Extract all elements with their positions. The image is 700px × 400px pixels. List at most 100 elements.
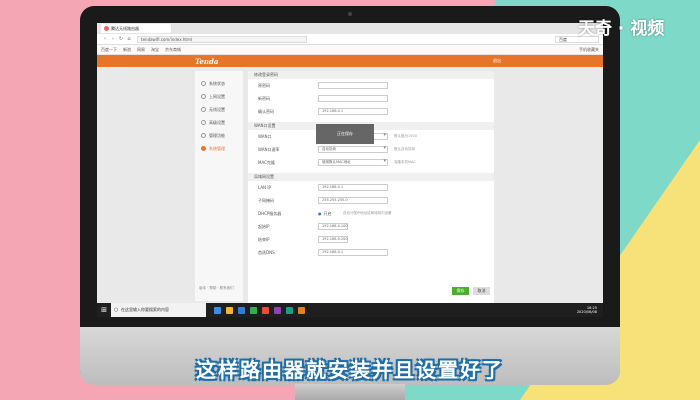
start-ip-field[interactable]: 192.168.0.100 (318, 223, 348, 230)
system-icon (201, 146, 206, 151)
cancel-button[interactable]: 取消 (473, 287, 490, 295)
sidebar-item-internet[interactable]: 上网设置 (195, 90, 243, 103)
browser-icon[interactable] (286, 306, 293, 314)
tools-icon (201, 133, 206, 138)
field-hint: 克隆本机MAC (394, 160, 416, 164)
globe-icon (201, 94, 206, 99)
bookmark-item[interactable]: 京东商城 (165, 47, 181, 53)
app-icon[interactable] (298, 306, 305, 314)
field-label: 子网掩码 (258, 197, 274, 203)
field-label: 确认密码 (258, 108, 274, 114)
wan-speed-select[interactable]: 自动协商 (318, 146, 388, 153)
taskbar-apps (214, 306, 305, 314)
field-label: LAN IP (258, 185, 271, 190)
wechat-icon[interactable] (250, 306, 257, 314)
subnet-mask-field[interactable]: 255.255.255.0 (318, 197, 388, 204)
webcam-dot (348, 12, 352, 16)
field-label: 起始IP (258, 223, 270, 229)
wifi-icon (201, 107, 206, 112)
sidebar-item-label: 管理功能 (209, 132, 225, 138)
form-row: 原密码 (248, 79, 494, 92)
new-password-field[interactable] (318, 95, 388, 102)
dns-field[interactable]: 192.168.0.1 (318, 249, 388, 256)
browser-tab[interactable]: 腾达无线路由器 (101, 24, 171, 33)
lan-ip-field[interactable]: 192.168.0.1 (318, 184, 388, 191)
confirm-field[interactable]: 192.168.0.1 (318, 108, 388, 115)
field-label: 新密码 (258, 95, 270, 101)
end-ip-field[interactable]: 192.168.0.200 (318, 236, 348, 243)
monitor-stand (295, 384, 405, 400)
field-label: WAN口 (258, 133, 272, 139)
refresh-icon[interactable]: ↻ (117, 36, 125, 42)
bookmark-item[interactable]: 新浪 (123, 47, 131, 53)
system-tray-clock[interactable]: 16:25 2020/06/08 (577, 306, 603, 315)
taskbar-search-input[interactable]: 在这里输入你要搜索的内容 (111, 303, 206, 317)
sidebar-item-wireless[interactable]: 无线设置 (195, 103, 243, 116)
field-label: WAN口速率 (258, 146, 280, 152)
router-header: Tenda 退出 (97, 55, 603, 67)
dhcp-enable-radio[interactable]: 开启 (318, 211, 332, 217)
save-button[interactable]: 保存 (452, 287, 469, 295)
browser-addressbar: ‹ › ↻ ⌂ tendawifi.com/index.html 百度 (97, 34, 603, 45)
folder-icon[interactable] (226, 306, 233, 314)
windows-start-icon[interactable]: ⊞ (97, 303, 111, 317)
sidebar-item-system[interactable]: 系统管理 (195, 142, 243, 155)
home-icon[interactable]: ⌂ (125, 36, 133, 42)
field-hint: 默认自动协商 (394, 147, 415, 151)
screen: 腾达无线路由器 ‹ › ↻ ⌂ tendawifi.com/index.html… (97, 23, 603, 317)
sidebar-item-advanced[interactable]: 高级设置 (195, 116, 243, 129)
app-icon[interactable] (262, 306, 269, 314)
old-password-field[interactable] (318, 82, 388, 89)
form-row: MAC克隆 使用默认MAC地址 克隆本机MAC (248, 156, 494, 169)
sidebar-item-label: 无线设置 (209, 106, 225, 112)
form-row: 起始IP 192.168.0.100 (248, 220, 494, 233)
router-content: 修改登录密码 原密码 新密码 确认密码 192.168.0.1 WAN口设置 WA… (248, 71, 494, 303)
form-row: WAN口速率 自动协商 默认自动协商 (248, 143, 494, 156)
form-row: LAN IP 192.168.0.1 (248, 181, 494, 194)
form-row: 结束IP 192.168.0.200 (248, 233, 494, 246)
app-icon[interactable] (274, 306, 281, 314)
bookmarks-bar: 百度一下 新浪 网易 淘宝 京东商城 手机收藏夹 (97, 45, 603, 55)
form-row: 首选DNS 192.168.0.1 (248, 246, 494, 259)
router-body: 系统状态 上网设置 无线设置 高级设置 管理功能 系统管理 版本 · 帮助 · … (97, 67, 603, 303)
sidebar-item-label: 系统状态 (209, 80, 225, 86)
logout-link[interactable]: 退出 (493, 58, 501, 64)
sidebar-item-label: 上网设置 (209, 93, 225, 99)
task-view-icon[interactable] (214, 306, 221, 314)
edge-icon[interactable] (238, 306, 245, 314)
form-row: 确认密码 192.168.0.1 (248, 105, 494, 118)
gear-icon (201, 120, 206, 125)
watermark-logo: 天奇 · 视频 (578, 19, 665, 39)
clock-date: 2020/06/08 (576, 310, 597, 314)
saving-overlay: 正在保存 (316, 124, 374, 144)
url-input[interactable]: tendawifi.com/index.html (137, 35, 307, 43)
bookmark-item[interactable]: 淘宝 (151, 47, 159, 53)
sidebar-item-label: 高级设置 (209, 119, 225, 125)
bookmark-mobile[interactable]: 手机收藏夹 (579, 47, 599, 53)
field-label: 结束IP (258, 236, 270, 242)
field-note: 自动分配IP地址给局域网内设备 (343, 211, 392, 215)
section-title: 局域网设置 (248, 173, 494, 181)
sidebar-item-label: 系统管理 (209, 145, 225, 151)
sidebar-item-management[interactable]: 管理功能 (195, 129, 243, 142)
sidebar-item-status[interactable]: 系统状态 (195, 77, 243, 90)
status-icon (201, 81, 206, 86)
mac-clone-select[interactable]: 使用默认MAC地址 (318, 159, 388, 166)
back-icon[interactable]: ‹ (101, 36, 109, 42)
field-label: 原密码 (258, 82, 270, 88)
field-label: 首选DNS (258, 249, 275, 255)
windows-taskbar: ⊞ 在这里输入你要搜索的内容 16:25 2020/06/08 (97, 303, 603, 317)
video-subtitle: 这样路由器就安装并且设置好了 (196, 358, 504, 382)
sidebar-footer: 版本 · 帮助 · 联系我们 (199, 286, 234, 290)
browser-tabbar: 腾达无线路由器 (97, 23, 603, 34)
bookmark-item[interactable]: 百度一下 (101, 47, 117, 53)
form-row: DHCP服务器 开启 自动分配IP地址给局域网内设备 (248, 207, 494, 220)
forward-icon[interactable]: › (109, 36, 117, 42)
form-row: 新密码 (248, 92, 494, 105)
router-sidebar: 系统状态 上网设置 无线设置 高级设置 管理功能 系统管理 版本 · 帮助 · … (195, 71, 243, 301)
field-label: DHCP服务器 (258, 210, 282, 216)
field-hint: 默认值为1500 (394, 134, 417, 138)
bookmark-item[interactable]: 网易 (137, 47, 145, 53)
router-brand-logo: Tenda (195, 57, 219, 66)
field-label: MAC克隆 (258, 159, 275, 165)
